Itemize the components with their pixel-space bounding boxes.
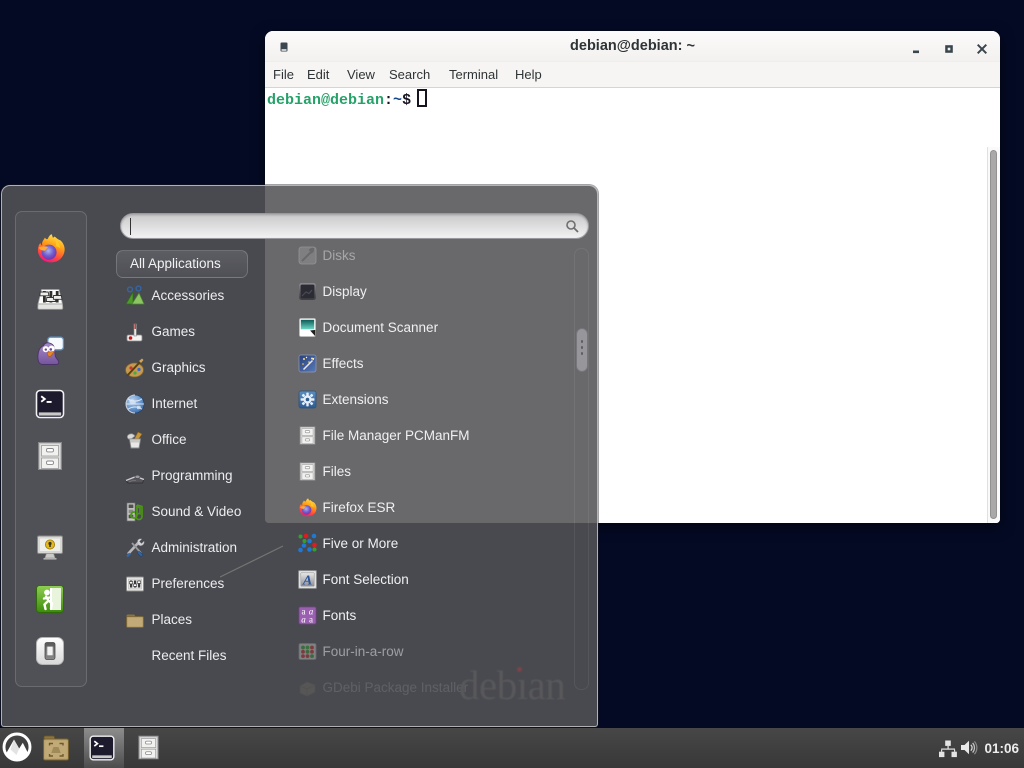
svg-text:a: a: [301, 615, 306, 625]
svg-text:a: a: [309, 615, 313, 625]
svg-text:A: A: [302, 574, 312, 589]
